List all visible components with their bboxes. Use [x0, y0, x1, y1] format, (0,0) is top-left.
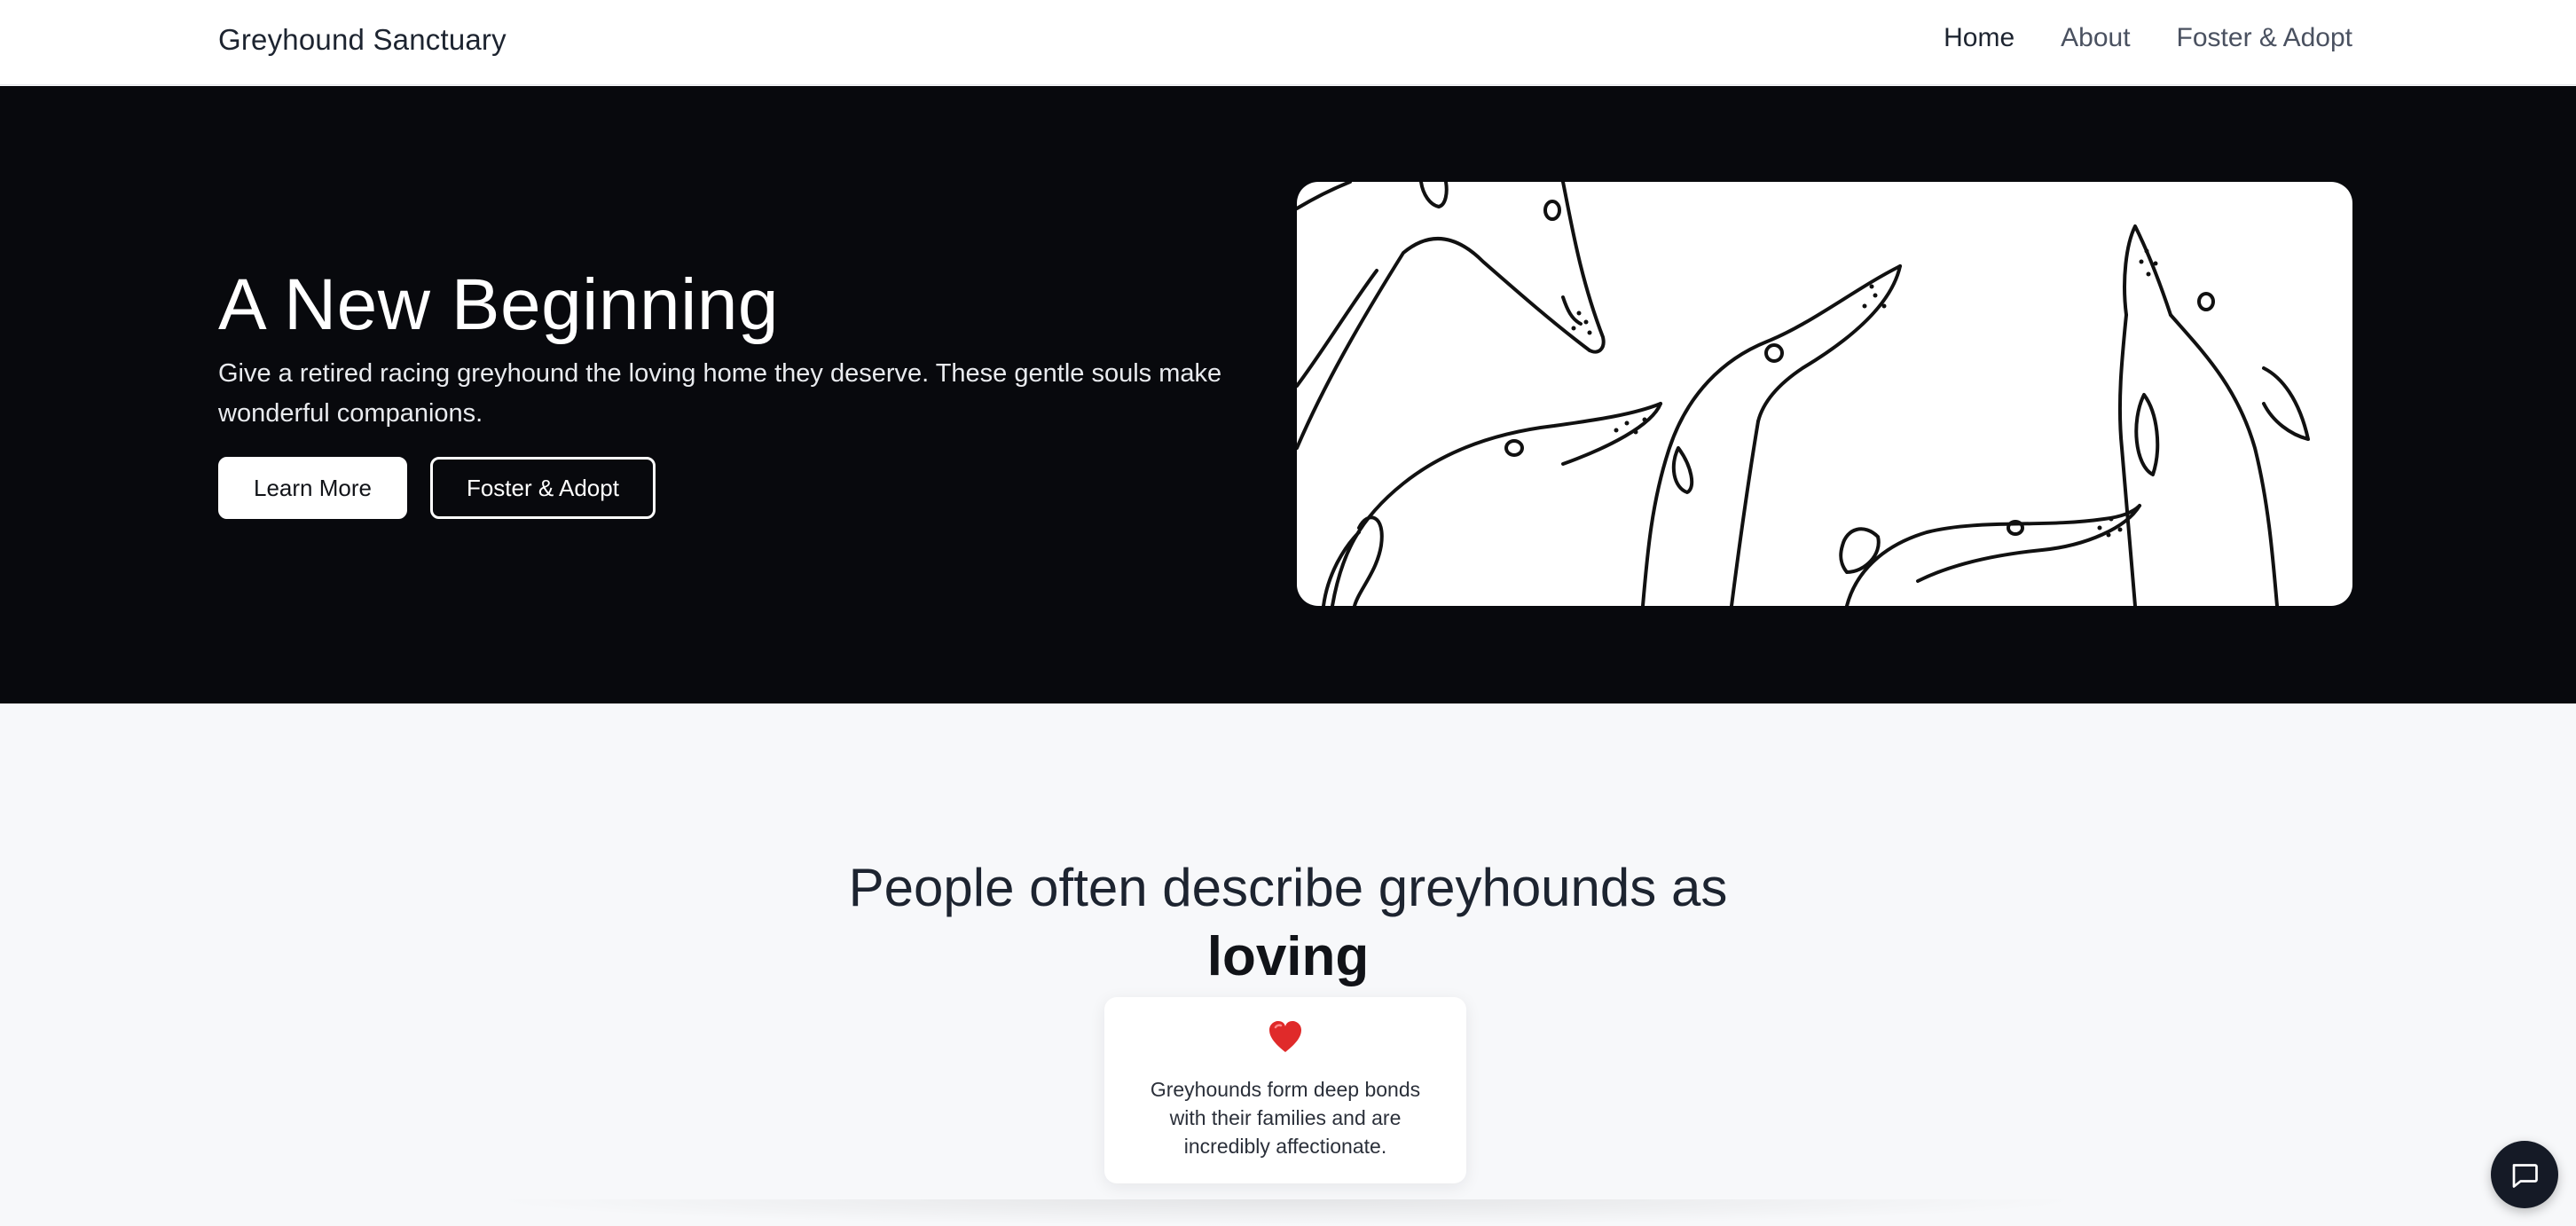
foster-adopt-button[interactable]: Foster & Adopt [429, 457, 656, 519]
nav-link-about[interactable]: About [2061, 23, 2130, 53]
learn-more-button[interactable]: Learn More [218, 457, 407, 519]
brand-logo-text[interactable]: Greyhound Sanctuary [218, 23, 507, 57]
nav-link-foster-adopt[interactable]: Foster & Adopt [2177, 23, 2352, 53]
trait-card: Greyhounds form deep bonds with their fa… [1104, 997, 1466, 1183]
site-header: Greyhound Sanctuary Home About Foster & … [0, 0, 2576, 85]
hero-image [1297, 182, 2352, 606]
heart-icon [1104, 1020, 1466, 1054]
describe-trait-word: loving [1206, 926, 1370, 987]
describe-heading: People often describe greyhounds as [848, 858, 1728, 917]
nav-link-home[interactable]: Home [1944, 23, 2014, 53]
chat-button[interactable] [2491, 1141, 2558, 1208]
greyhound-sketch-illustration [1297, 182, 2310, 606]
trait-description: Greyhounds form deep bonds with their fa… [1150, 1078, 1421, 1158]
hero-subtitle: Give a retired racing greyhound the lovi… [218, 359, 1222, 428]
hero-title: A New Beginning [218, 264, 780, 345]
main-nav: Home About Foster & Adopt [1944, 23, 2352, 53]
carousel-shadow [479, 1199, 2093, 1226]
hero-buttons: Learn More Foster & Adopt [218, 457, 656, 519]
hero-section: A New Beginning Give a retired racing gr… [0, 86, 2576, 703]
chat-bubble-icon [2512, 1164, 2538, 1188]
